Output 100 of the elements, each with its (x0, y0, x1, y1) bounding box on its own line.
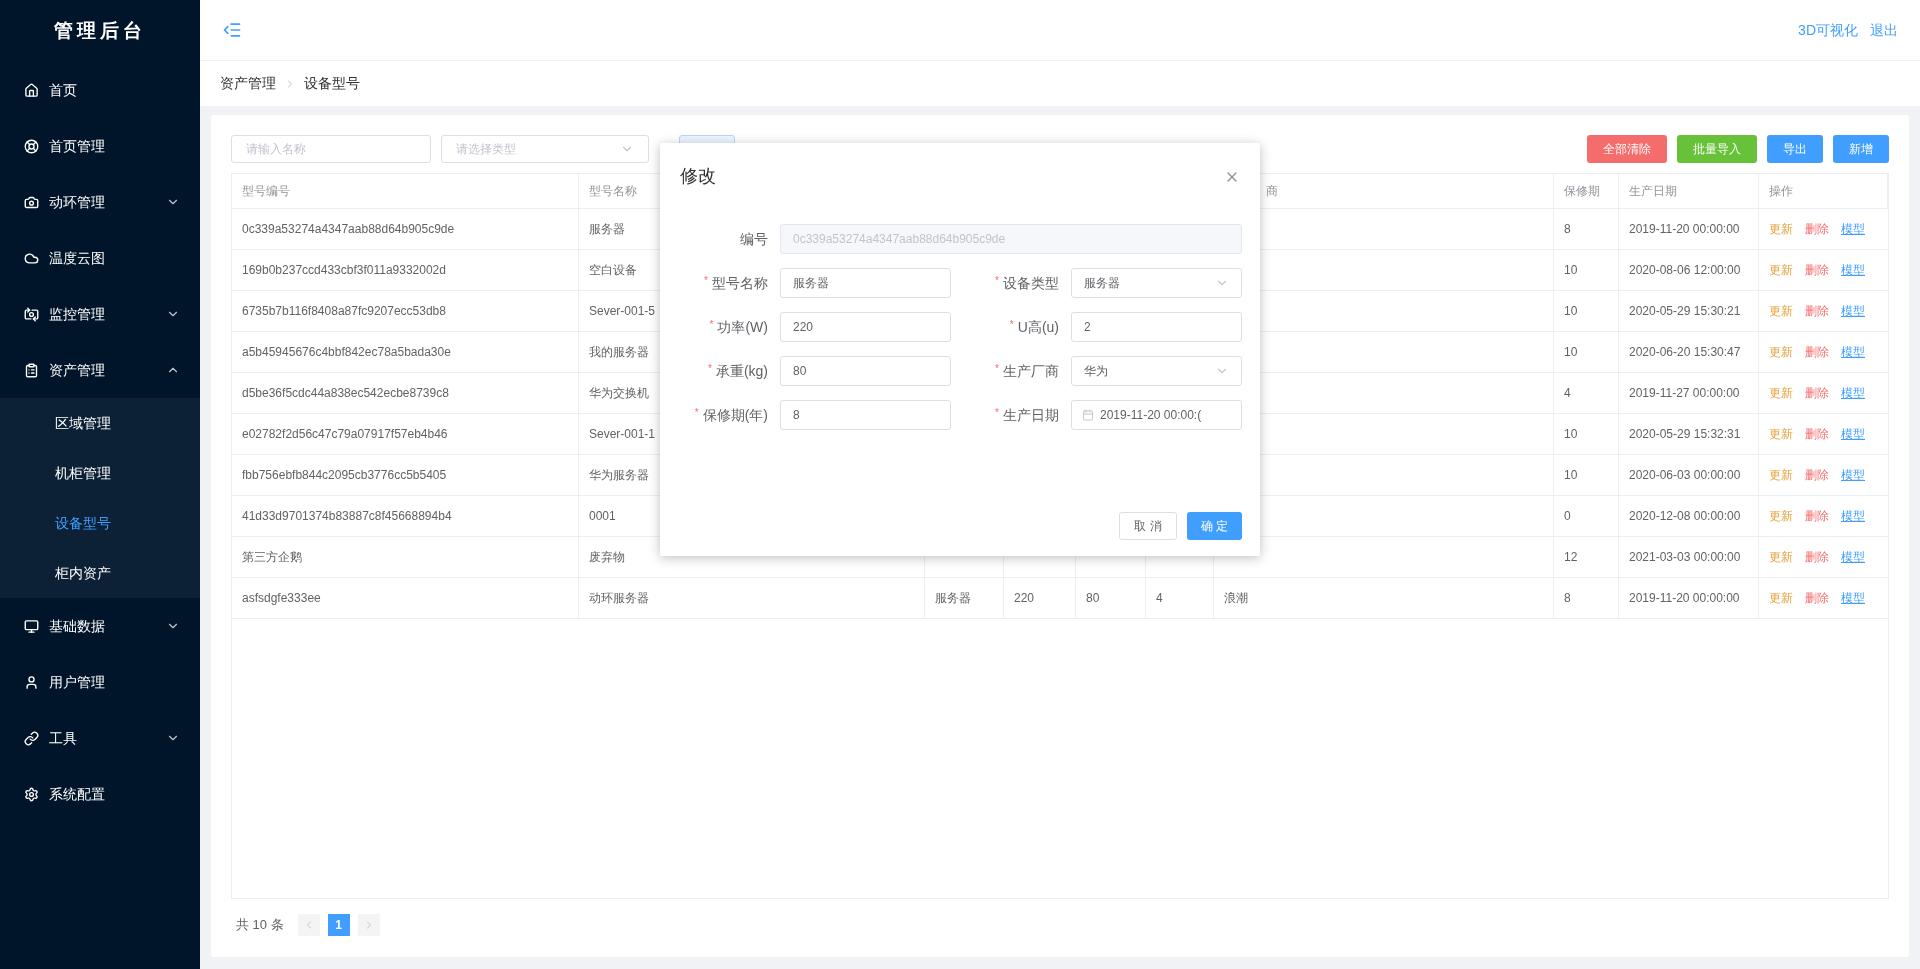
submenu-item[interactable]: 区域管理 (0, 398, 200, 448)
table-cell: 169b0b237ccd433cbf3f011a9332002d (232, 250, 579, 290)
table-cell: 2019-11-20 00:00:00 (1619, 578, 1759, 618)
table-cell: 80 (1076, 578, 1146, 618)
row-action-link[interactable]: 模型 (1841, 466, 1865, 484)
input-field[interactable]: 2 (1071, 312, 1242, 342)
column-header: 生产日期 (1619, 174, 1759, 208)
table-cell: 10 (1554, 414, 1619, 454)
row-action-link[interactable]: 删除 (1805, 548, 1829, 566)
row-action-link[interactable]: 模型 (1841, 589, 1865, 607)
input-field[interactable]: 220 (780, 312, 951, 342)
required-mark: * (704, 274, 708, 286)
calendar-icon (1082, 409, 1094, 421)
table-cell: asfsdgfe333ee (232, 578, 579, 618)
table-cell: 服务器 (925, 578, 1004, 618)
app-title: 管理后台 (53, 18, 147, 43)
row-action-link[interactable]: 更新 (1769, 302, 1793, 320)
field-label: * 设备类型 (994, 273, 1060, 293)
input-field[interactable]: 80 (780, 356, 951, 386)
sidebar-item[interactable]: 工具 (0, 710, 200, 766)
type-select-field[interactable]: 请选择类型 (441, 135, 649, 163)
toolbar-button[interactable]: 新增 (1833, 135, 1889, 163)
toolbar-button[interactable]: 导出 (1767, 135, 1823, 163)
row-action-link[interactable]: 模型 (1841, 343, 1865, 361)
confirm-button[interactable]: 确 定 (1186, 512, 1242, 540)
table-cell: 0c339a53274a4347aab88d64b905c9de (232, 209, 579, 249)
input-field[interactable]: 8 (780, 400, 951, 430)
table-cell: 12 (1554, 537, 1619, 577)
row-action-link[interactable]: 模型 (1841, 425, 1865, 443)
table-cell: 2020-06-20 15:30:47 (1619, 332, 1759, 372)
table-cell: a5b45945676c4bbf842ec78a5bada30e (232, 332, 579, 372)
row-action-link[interactable]: 更新 (1769, 384, 1793, 402)
sidebar-item[interactable]: 用户管理 (0, 654, 200, 710)
column-header: 操作 (1759, 174, 1888, 208)
input-field[interactable]: 服务器 (780, 268, 951, 298)
table-cell: fbb756ebfb844c2095cb3776cc5b5405 (232, 455, 579, 495)
select-field[interactable]: 华为 (1071, 356, 1242, 386)
table-cell: 2020-06-03 00:00:00 (1619, 455, 1759, 495)
table-cell: 10 (1554, 291, 1619, 331)
table-cell: 2019-11-27 00:00:00 (1619, 373, 1759, 413)
submenu-item[interactable]: 机柜管理 (0, 448, 200, 498)
date-field[interactable]: 2019-11-20 00:00:( (1071, 400, 1242, 430)
field-label: * 型号名称 (703, 273, 769, 293)
row-action-link[interactable]: 更新 (1769, 220, 1793, 238)
field-label: * U高(u) (1008, 317, 1060, 337)
table-cell: 8 (1554, 578, 1619, 618)
table-cell: 10 (1554, 250, 1619, 290)
row-action-link[interactable]: 删除 (1805, 425, 1829, 443)
row-action-link[interactable]: 更新 (1769, 343, 1793, 361)
table-cell: 10 (1554, 455, 1619, 495)
sidebar-item[interactable]: 首页 (0, 62, 200, 118)
sidebar-item[interactable]: 温度云图 (0, 230, 200, 286)
submenu-item[interactable]: 设备型号 (0, 498, 200, 548)
row-action-link[interactable]: 模型 (1841, 302, 1865, 320)
row-action-link[interactable]: 模型 (1841, 220, 1865, 238)
sidebar-item[interactable]: 基础数据 (0, 598, 200, 654)
row-action-link[interactable]: 删除 (1805, 507, 1829, 525)
toolbar-button[interactable]: 批量导入 (1677, 135, 1757, 163)
row-action-link[interactable]: 模型 (1841, 507, 1865, 525)
table-cell: 4 (1146, 578, 1214, 618)
row-action-link[interactable]: 更新 (1769, 548, 1793, 566)
header-link[interactable]: 3D可视化 (1798, 19, 1858, 41)
table-cell: 8 (1554, 209, 1619, 249)
table-cell: 动环服务器 (579, 578, 925, 618)
row-action-link[interactable]: 删除 (1805, 220, 1829, 238)
required-mark: * (1009, 318, 1014, 330)
row-action-link[interactable]: 更新 (1769, 261, 1793, 279)
row-action-link[interactable]: 模型 (1841, 384, 1865, 402)
breadcrumb-item: 设备型号 (304, 74, 360, 93)
sidebar-item[interactable]: 监控管理 (0, 286, 200, 342)
row-action-link[interactable]: 删除 (1805, 466, 1829, 484)
row-action-link[interactable]: 更新 (1769, 466, 1793, 484)
toolbar-button[interactable]: 全部清除 (1587, 135, 1667, 163)
submenu-item[interactable]: 柜内资产 (0, 548, 200, 598)
row-action-link[interactable]: 更新 (1769, 507, 1793, 525)
select-field[interactable]: 服务器 (1071, 268, 1242, 298)
row-action-link[interactable]: 删除 (1805, 302, 1829, 320)
table-cell: 浪潮 (1214, 578, 1554, 618)
table-cell: 41d33d9701374b83887c8f45668894b4 (232, 496, 579, 536)
row-action-link[interactable]: 更新 (1769, 589, 1793, 607)
sidebar-item[interactable]: 资产管理 (0, 342, 200, 398)
header-link[interactable]: 退出 (1870, 19, 1898, 41)
cancel-button[interactable]: 取 消 (1119, 512, 1177, 540)
row-action-link[interactable]: 更新 (1769, 425, 1793, 443)
sidebar-item[interactable]: 动环管理 (0, 174, 200, 230)
sidebar-item[interactable]: 首页管理 (0, 118, 200, 174)
camera-icon (24, 194, 39, 210)
cloud-icon (24, 250, 39, 266)
row-action-link[interactable]: 模型 (1841, 261, 1865, 279)
menu-icon[interactable] (222, 20, 242, 40)
field-label: * 生产日期 (994, 405, 1060, 425)
sidebar-item[interactable]: 系统配置 (0, 766, 200, 822)
page-button[interactable]: 1 (327, 914, 350, 936)
row-action-link[interactable]: 删除 (1805, 384, 1829, 402)
breadcrumb-item[interactable]: 资产管理 (220, 73, 276, 94)
row-action-link[interactable]: 删除 (1805, 261, 1829, 279)
row-action-link[interactable]: 删除 (1805, 589, 1829, 607)
row-action-link[interactable]: 删除 (1805, 343, 1829, 361)
row-action-link[interactable]: 模型 (1841, 548, 1865, 566)
name-search-field[interactable]: 请输入名称 (231, 135, 431, 163)
